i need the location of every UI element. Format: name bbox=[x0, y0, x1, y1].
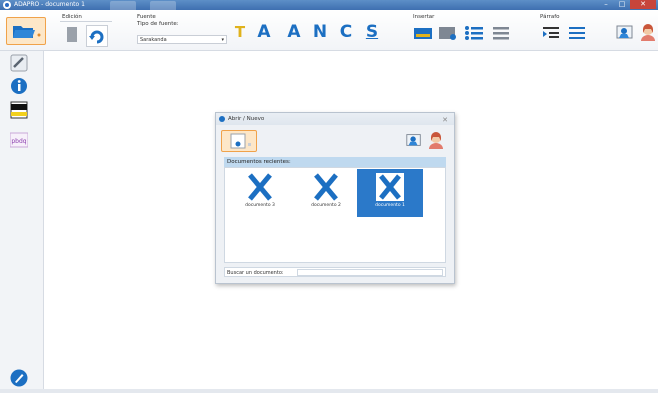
teacher-tools-icon bbox=[616, 25, 633, 39]
document-x-icon bbox=[248, 173, 272, 201]
document-name: documento 2 bbox=[311, 203, 341, 208]
open-document-button[interactable] bbox=[6, 17, 46, 45]
group-label-edicion: Edición bbox=[62, 14, 82, 20]
document-x-icon bbox=[314, 173, 338, 201]
font-decrease-icon: A bbox=[287, 22, 301, 42]
paragraph-list-button[interactable] bbox=[566, 24, 588, 42]
open-new-dialog: Abrir / Nuevo ✕ Documentos recientes: do… bbox=[215, 112, 455, 284]
font-select[interactable]: Sarakanda ▾ bbox=[137, 35, 227, 44]
undo-icon bbox=[89, 30, 104, 44]
sidebar-item-pen[interactable] bbox=[10, 369, 28, 387]
new-document-icon bbox=[230, 133, 251, 149]
search-document-input[interactable] bbox=[297, 269, 443, 276]
group-label-parrafo: Párrafo bbox=[540, 14, 560, 20]
undo-button[interactable] bbox=[86, 25, 108, 47]
search-row: Buscar un documento: bbox=[224, 267, 446, 277]
chevron-down-icon: ▾ bbox=[221, 37, 224, 43]
recent-documents-header: Documentos recientes: bbox=[224, 157, 446, 167]
new-document-button[interactable] bbox=[221, 130, 257, 152]
insert-document-button[interactable] bbox=[437, 24, 459, 42]
user-button[interactable] bbox=[638, 22, 658, 42]
group-label-fuente: Fuente bbox=[137, 14, 156, 20]
document-icon bbox=[67, 27, 77, 42]
font-select-value: Sarakanda bbox=[140, 37, 167, 43]
document-insert-icon bbox=[439, 27, 456, 40]
image-icon bbox=[414, 28, 432, 39]
recent-documents-list: documento 3 documento 2 documento 1 bbox=[224, 167, 446, 263]
sidebar-item-info[interactable] bbox=[10, 77, 28, 95]
bullet-list-button[interactable] bbox=[463, 24, 485, 42]
sidebar-item-brush[interactable] bbox=[10, 54, 28, 72]
recent-document-item[interactable]: documento 3 bbox=[227, 169, 293, 217]
pen-icon bbox=[10, 369, 28, 387]
taskbar-tab bbox=[110, 1, 136, 10]
insert-image-button[interactable] bbox=[412, 24, 434, 42]
paint-icon bbox=[10, 54, 28, 72]
line-list-button[interactable] bbox=[490, 24, 512, 42]
user-avatar-icon bbox=[429, 132, 443, 149]
title-bar: ADAPRO - documento 1 – □ ✕ bbox=[0, 0, 658, 10]
taskbar-tab bbox=[150, 1, 176, 10]
left-sidebar: pbdq bbox=[0, 51, 44, 393]
folder-icon bbox=[13, 26, 41, 38]
search-label: Buscar un documento: bbox=[227, 270, 284, 276]
increase-font-button[interactable]: A bbox=[254, 22, 274, 42]
letters-pbdq-icon: pbdq bbox=[9, 132, 29, 148]
settings-button[interactable] bbox=[614, 22, 636, 42]
minimize-button[interactable]: – bbox=[598, 0, 614, 9]
italic-icon: C bbox=[339, 22, 353, 42]
indent-button[interactable] bbox=[540, 24, 562, 42]
svg-text:pbdq: pbdq bbox=[11, 138, 26, 145]
window-title: ADAPRO - documento 1 bbox=[14, 1, 85, 8]
group-divider bbox=[60, 21, 112, 22]
recent-document-item[interactable]: documento 2 bbox=[293, 169, 359, 217]
lines-icon bbox=[493, 27, 509, 40]
italic-button[interactable]: C bbox=[336, 22, 356, 42]
dialog-app-icon bbox=[219, 116, 225, 122]
text-size-icon: T bbox=[234, 23, 246, 41]
bottom-edge bbox=[0, 389, 658, 393]
paragraph-icon bbox=[569, 27, 585, 39]
bullet-list-icon bbox=[465, 26, 483, 40]
close-button[interactable]: ✕ bbox=[630, 0, 656, 9]
document-name: documento 3 bbox=[245, 203, 275, 208]
user-avatar-icon bbox=[641, 24, 655, 41]
info-icon bbox=[11, 78, 27, 94]
indent-icon bbox=[543, 27, 559, 38]
color-bar-icon bbox=[10, 101, 28, 119]
copy-button[interactable] bbox=[62, 25, 82, 45]
bold-button[interactable]: N bbox=[310, 22, 330, 42]
document-name: documento 1 bbox=[375, 203, 405, 208]
app-logo-icon bbox=[3, 1, 11, 9]
recent-document-item-selected[interactable]: documento 1 bbox=[357, 169, 423, 217]
group-label-insertar: Insertar bbox=[413, 14, 435, 20]
document-x-icon bbox=[376, 173, 404, 201]
sidebar-item-letters[interactable]: pbdq bbox=[9, 131, 29, 149]
font-increase-icon: A bbox=[257, 22, 271, 42]
dialog-title-bar: Abrir / Nuevo ✕ bbox=[216, 113, 454, 125]
bold-icon: N bbox=[312, 22, 328, 42]
decrease-font-button[interactable]: A bbox=[284, 22, 304, 42]
dialog-settings-button[interactable] bbox=[404, 130, 424, 150]
underline-icon: S bbox=[365, 22, 379, 42]
teacher-tools-icon bbox=[406, 134, 421, 146]
app-window: ADAPRO - documento 1 – □ ✕ Edición Fuent… bbox=[0, 0, 658, 393]
font-size-button[interactable]: T bbox=[230, 22, 250, 42]
dialog-close-button[interactable]: ✕ bbox=[442, 114, 448, 126]
sidebar-item-color[interactable] bbox=[10, 101, 28, 119]
underline-button[interactable]: S bbox=[362, 22, 382, 42]
maximize-button[interactable]: □ bbox=[614, 0, 630, 9]
dialog-user-button[interactable] bbox=[426, 130, 446, 150]
dialog-title: Abrir / Nuevo bbox=[228, 116, 265, 122]
